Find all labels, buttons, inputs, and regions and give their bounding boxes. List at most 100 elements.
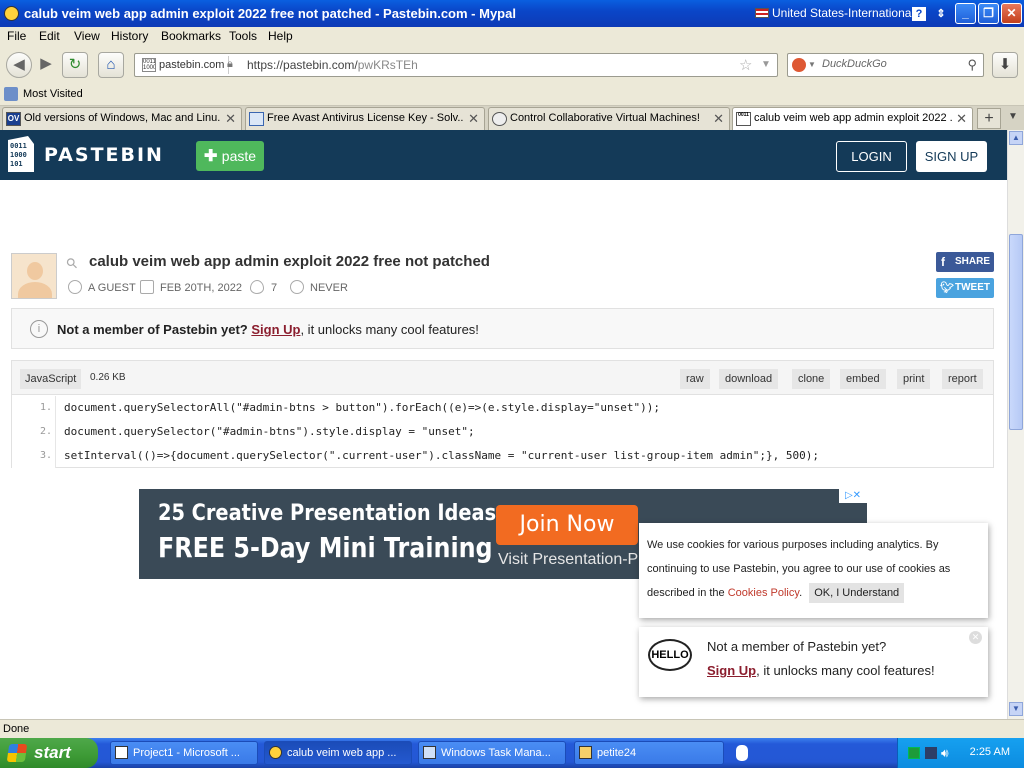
mypal-app-icon — [4, 6, 19, 21]
clone-button[interactable]: clone — [792, 369, 831, 389]
scroll-up-icon[interactable]: ▲ — [1009, 131, 1023, 145]
signup-popup: HELLO Not a member of Pastebin yet? Sign… — [639, 627, 988, 697]
page-viewport[interactable]: 0011 1000 101 PASTEBIN ✚ paste LOGIN SIG… — [0, 130, 1007, 719]
tab-close-icon[interactable]: ✕ — [225, 108, 236, 129]
login-button[interactable]: LOGIN — [836, 141, 907, 172]
url-bar[interactable]: 0011 1000 pastebin.com 🔒︎ https://pastebi… — [134, 53, 778, 77]
history-dropdown-icon[interactable]: ▼ — [761, 59, 771, 70]
eye-icon — [250, 280, 264, 294]
signup-button[interactable]: SIGN UP — [916, 141, 987, 172]
reload-icon[interactable]: ↻ — [62, 52, 88, 78]
vertical-scrollbar[interactable]: ▲ ▼ — [1007, 130, 1024, 719]
most-visited-bookmark[interactable]: Most Visited — [23, 88, 83, 100]
volume-icon[interactable]: 🔊︎ — [941, 746, 949, 761]
signup-popup-link[interactable]: Sign Up — [707, 663, 756, 678]
taskbar-item-petite24[interactable]: petite24 — [574, 741, 724, 765]
new-tab-button[interactable]: + — [977, 108, 1001, 129]
scrollbar-thumb[interactable] — [1009, 234, 1023, 430]
pastebin-brand[interactable]: PASTEBIN — [44, 144, 164, 166]
home-icon[interactable]: ⌂ — [98, 52, 124, 78]
help-icon[interactable]: ? — [912, 7, 926, 21]
tab-avast[interactable]: Free Avast Antivirus License Key - Solv.… — [245, 107, 485, 130]
taskbar-item-project1[interactable]: Project1 - Microsoft ... — [110, 741, 258, 765]
tab-close-icon[interactable]: ✕ — [956, 108, 967, 129]
tab-list-dropdown-icon[interactable]: ▼ — [1008, 111, 1018, 122]
ad-headline: 25 Creative Presentation Ideas: — [158, 501, 504, 526]
cookies-policy-link[interactable]: Cookies Policy — [728, 587, 799, 599]
tab-pastebin-active[interactable]: 0011 calub veim web app admin exploit 20… — [732, 107, 973, 131]
mouse-icon[interactable] — [736, 745, 748, 761]
syntax-language-tag[interactable]: JavaScript — [20, 369, 82, 389]
forward-icon[interactable]: ▶ — [33, 52, 59, 78]
minimize-button[interactable]: _ — [955, 3, 976, 24]
network-icon[interactable] — [925, 747, 937, 759]
start-label: start — [34, 743, 71, 762]
notice-bold-text: Not a member of Pastebin yet? — [57, 322, 248, 337]
paste-size: 0.26 KB — [90, 372, 126, 383]
report-button[interactable]: report — [942, 369, 983, 389]
url-text[interactable]: https://pastebin.com/pwKRsTEh — [247, 58, 418, 72]
menu-bookmarks[interactable]: Bookmarks — [161, 29, 221, 43]
guest-avatar — [11, 253, 57, 299]
notice-signup-link[interactable]: Sign Up — [251, 322, 300, 337]
taskbar-item-browser[interactable]: calub veim web app ... — [264, 741, 412, 765]
embed-button[interactable]: embed — [840, 369, 886, 389]
code-lines[interactable]: 1. 2. 3. document.querySelectorAll("#adm… — [12, 396, 993, 468]
paste-title: calub veim web app admin exploit 2022 fr… — [89, 253, 490, 270]
options-icon[interactable]: ⇕ — [934, 7, 948, 21]
keyboard-layout-indicator[interactable]: United States-International — [755, 6, 914, 20]
cookie-accept-button[interactable]: OK, I Understand — [809, 583, 905, 603]
back-icon[interactable]: ◀ — [6, 52, 32, 78]
paste-author[interactable]: A GUEST — [88, 282, 136, 294]
twitter-tweet-button[interactable]: 🐦︎ TWEET — [936, 278, 994, 298]
tab-close-icon[interactable]: ✕ — [713, 108, 724, 129]
taskbar-item-label: Windows Task Mana... — [441, 747, 551, 759]
new-paste-button[interactable]: ✚ paste — [196, 141, 264, 171]
site-identity-button[interactable]: 0011 1000 pastebin.com — [139, 56, 230, 74]
bookmark-star-icon[interactable]: ☆ — [739, 56, 752, 74]
taskbar-item-task-manager[interactable]: Windows Task Mana... — [418, 741, 566, 765]
menu-help[interactable]: Help — [268, 29, 293, 43]
tray-green-icon[interactable] — [908, 747, 920, 759]
hello-bubble-icon: HELLO — [648, 639, 692, 671]
menu-tools[interactable]: Tools — [229, 29, 257, 43]
vb-project-icon — [115, 746, 128, 759]
close-icon[interactable]: ✕ — [969, 631, 982, 644]
code-line-1: document.querySelectorAll("#admin-btns >… — [64, 401, 661, 414]
paste-button-label: paste — [221, 148, 257, 164]
url-prefix: https://pastebin.com/ — [247, 58, 358, 72]
cookie-text: We use cookies for various purposes incl… — [647, 539, 951, 599]
scroll-down-icon[interactable]: ▼ — [1009, 702, 1023, 716]
search-bar[interactable]: ▼ DuckDuckGo ⚲ — [787, 53, 984, 77]
pastebin-logo-icon[interactable]: 0011 1000 101 — [4, 134, 38, 174]
raw-button[interactable]: raw — [680, 369, 710, 389]
tab-label: Free Avast Antivirus License Key - Solv.… — [267, 112, 464, 124]
start-button[interactable]: start — [0, 738, 98, 768]
menu-view[interactable]: View — [74, 29, 100, 43]
menu-file[interactable]: File — [7, 29, 26, 43]
print-button[interactable]: print — [897, 369, 931, 389]
search-icon[interactable]: ⚲ — [967, 57, 977, 73]
download-icon[interactable]: ⬇ — [992, 52, 1018, 78]
tab-close-icon[interactable]: ✕ — [468, 108, 479, 129]
download-button[interactable]: download — [719, 369, 779, 389]
window-title-bar[interactable]: calub veim web app admin exploit 2022 fr… — [0, 0, 1024, 27]
close-button[interactable]: ✕ — [1001, 3, 1022, 24]
paperclip-icon: ⚲ — [62, 253, 82, 273]
code-box: JavaScript 0.26 KB raw download clone em… — [11, 360, 994, 468]
code-header: JavaScript 0.26 KB raw download clone em… — [12, 361, 993, 395]
calendar-icon — [140, 280, 154, 294]
menu-edit[interactable]: Edit — [39, 29, 60, 43]
maximize-button[interactable]: ❐ — [978, 3, 999, 24]
menu-history[interactable]: History — [111, 29, 148, 43]
ad-choices-icon[interactable]: ▷✕ — [839, 489, 867, 503]
ad-visit-text: Visit Presentation-P — [498, 551, 639, 568]
ad-join-button[interactable]: Join Now — [496, 505, 638, 545]
signup-popup-rest: , it unlocks many cool features! — [756, 663, 935, 678]
facebook-share-button[interactable]: f SHARE — [936, 252, 994, 272]
tab-control-vms[interactable]: Control Collaborative Virtual Machines! … — [488, 107, 730, 130]
url-path: pwKRsTEh — [357, 58, 418, 72]
search-engine-dropdown-icon[interactable]: ▼ — [808, 60, 816, 69]
pastebin-favicon: 0011 — [736, 112, 751, 126]
tab-old-versions[interactable]: OV Old versions of Windows, Mac and Linu… — [2, 107, 242, 130]
